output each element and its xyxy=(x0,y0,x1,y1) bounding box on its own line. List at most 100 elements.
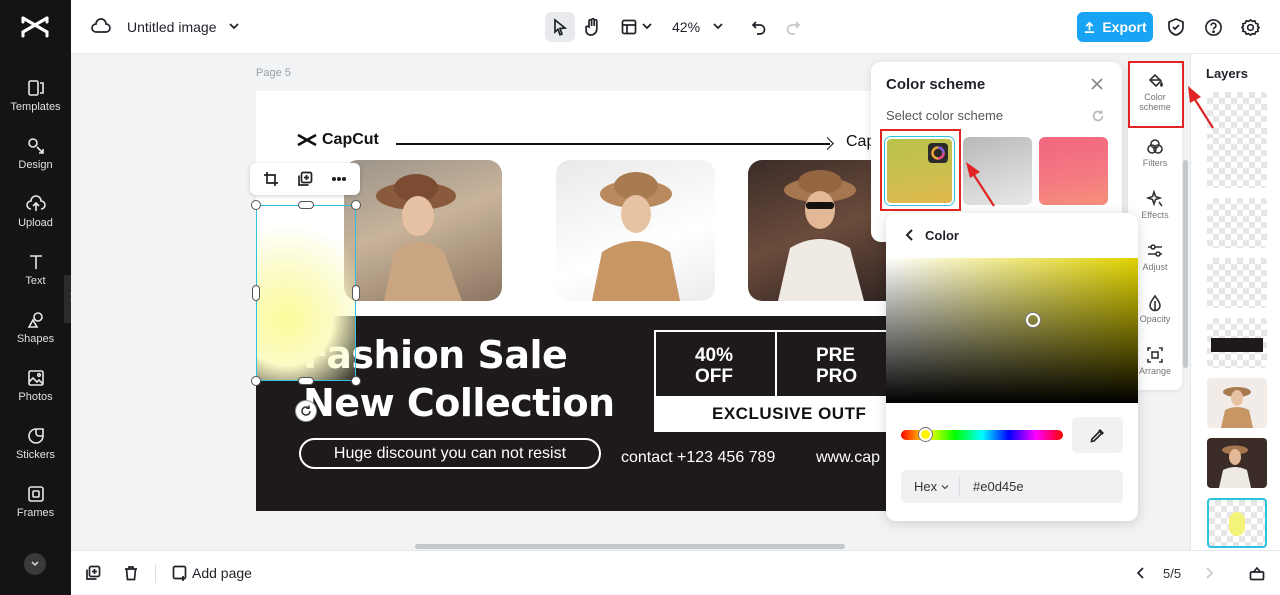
templates-icon xyxy=(27,80,44,96)
sidebar-item-upload[interactable]: Upload xyxy=(0,194,71,242)
back-chevron-icon[interactable] xyxy=(903,228,915,242)
chevron-down-icon[interactable] xyxy=(941,483,949,491)
sidebar-item-frames[interactable]: Frames xyxy=(0,484,71,532)
resize-handle-bottom-right[interactable] xyxy=(351,376,361,386)
hex-value-input[interactable]: #e0d45e xyxy=(973,479,1024,494)
layer-thumbnail[interactable] xyxy=(1207,438,1267,488)
layer-thumbnail[interactable] xyxy=(1207,318,1267,368)
zoom-level[interactable]: 42% xyxy=(672,19,700,35)
resize-handle-right[interactable] xyxy=(352,285,360,301)
stickers-icon xyxy=(27,428,44,444)
offer-discount[interactable]: 40% OFF xyxy=(654,345,774,387)
hue-slider-knob[interactable] xyxy=(919,428,932,441)
close-icon[interactable] xyxy=(1089,76,1105,92)
offer-off: OFF xyxy=(695,366,733,387)
resize-handle-top-left[interactable] xyxy=(251,200,261,210)
layer-thumbnail[interactable] xyxy=(1207,92,1267,142)
contact-text[interactable]: contact +123 456 789 xyxy=(621,449,775,467)
color-mode-select[interactable]: Hex xyxy=(914,479,937,494)
capcut-logo-icon xyxy=(297,133,317,147)
color-scheme-swatch-2[interactable] xyxy=(963,137,1032,205)
layer-thumbnail[interactable] xyxy=(1207,258,1267,308)
adjust-icon xyxy=(1148,244,1162,257)
sidebar-item-photos[interactable]: Photos xyxy=(0,368,71,416)
resize-handle-left[interactable] xyxy=(252,285,260,301)
horizontal-scrollbar[interactable] xyxy=(415,544,845,549)
hex-divider xyxy=(959,477,960,496)
previous-page-icon[interactable] xyxy=(1132,565,1148,581)
crop-icon[interactable] xyxy=(262,170,280,188)
layout-icon[interactable] xyxy=(620,18,638,36)
selected-gradient-element[interactable] xyxy=(256,205,356,381)
annotation-frame-swatch xyxy=(880,129,961,211)
redo-icon[interactable] xyxy=(784,18,802,36)
tool-effects[interactable]: Effects xyxy=(1128,190,1182,220)
element-floating-toolbar xyxy=(250,163,360,195)
more-options-icon[interactable] xyxy=(330,170,348,188)
sidebar-item-label: Design xyxy=(18,159,53,171)
rotate-handle[interactable] xyxy=(295,400,317,422)
next-page-icon[interactable] xyxy=(1202,565,1218,581)
color-scheme-swatch-3[interactable] xyxy=(1039,137,1108,205)
cursor-icon xyxy=(551,18,569,36)
tool-filters[interactable]: Filters xyxy=(1128,138,1182,168)
exclusive-banner[interactable]: EXCLUSIVE OUTF xyxy=(654,396,902,432)
gear-icon[interactable] xyxy=(1240,17,1260,37)
layer-thumbnail[interactable] xyxy=(1207,138,1267,188)
eyedropper-button[interactable] xyxy=(1072,417,1123,453)
sidebar-item-text[interactable]: Text xyxy=(0,252,71,300)
model-photo-1[interactable] xyxy=(344,160,502,301)
capcut-logo-icon[interactable] xyxy=(20,14,50,40)
layer-thumbnail[interactable] xyxy=(1207,378,1267,428)
saturation-value-knob[interactable] xyxy=(1026,313,1040,327)
duplicate-icon[interactable] xyxy=(296,170,314,188)
model-photo-2[interactable] xyxy=(556,160,715,301)
tagline-pill[interactable]: Huge discount you can not resist xyxy=(299,438,601,469)
collapse-menu-button[interactable] xyxy=(24,553,46,575)
resize-handle-top[interactable] xyxy=(298,201,314,209)
offer-promo-line-2: PRO xyxy=(816,366,858,387)
sidebar-item-templates[interactable]: Templates xyxy=(0,78,71,126)
hand-tool-icon[interactable] xyxy=(583,17,603,37)
woman-hat-photo xyxy=(376,174,462,301)
layer-preview-band xyxy=(1211,338,1263,352)
sidebar-item-stickers[interactable]: Stickers xyxy=(0,426,71,474)
resize-handle-bottom[interactable] xyxy=(298,377,314,385)
undo-icon[interactable] xyxy=(750,18,768,36)
panel-scrollbar[interactable] xyxy=(1183,160,1188,368)
cloud-sync-icon[interactable] xyxy=(91,17,111,37)
sidebar-item-shapes[interactable]: Shapes xyxy=(0,310,71,358)
sidebar-item-label: Frames xyxy=(16,507,55,519)
text-icon xyxy=(29,255,42,269)
arrange-icon xyxy=(1147,347,1163,363)
document-title[interactable]: Untitled image xyxy=(127,19,217,35)
chevron-down-icon[interactable] xyxy=(712,20,724,32)
chevron-down-icon[interactable] xyxy=(641,20,653,32)
sidebar-item-label: Text xyxy=(25,275,46,287)
page-panel-toggle-icon[interactable] xyxy=(1248,564,1266,582)
resize-handle-bottom-left[interactable] xyxy=(251,376,261,386)
reset-icon[interactable] xyxy=(1090,108,1106,124)
saturation-value-area[interactable] xyxy=(886,258,1138,403)
resize-handle-top-right[interactable] xyxy=(351,200,361,210)
headline-line-2[interactable]: New Collection xyxy=(303,381,615,425)
chevron-down-icon[interactable] xyxy=(227,19,241,33)
offer-promo[interactable]: PRE PRO xyxy=(816,345,896,387)
brand-name: CapCut xyxy=(322,131,379,148)
add-page-icon[interactable] xyxy=(171,564,189,582)
add-page-button[interactable]: Add page xyxy=(192,565,252,581)
tool-label: Arrange xyxy=(1138,366,1172,376)
layer-thumbnail[interactable] xyxy=(1207,198,1267,248)
layer-thumbnail-selected[interactable] xyxy=(1207,498,1267,548)
help-icon[interactable] xyxy=(1203,17,1223,37)
layer-photo-preview xyxy=(1221,387,1253,428)
frames-icon xyxy=(27,486,44,502)
shield-icon[interactable] xyxy=(1166,17,1186,37)
website-text[interactable]: www.cap xyxy=(816,449,880,467)
brand-logo[interactable]: CapCut xyxy=(296,131,379,149)
trash-icon[interactable] xyxy=(122,564,140,582)
duplicate-page-icon[interactable] xyxy=(84,564,102,582)
upload-icon xyxy=(25,195,46,211)
sidebar-item-design[interactable]: Design xyxy=(0,136,71,184)
export-button[interactable]: Export xyxy=(1077,12,1153,42)
